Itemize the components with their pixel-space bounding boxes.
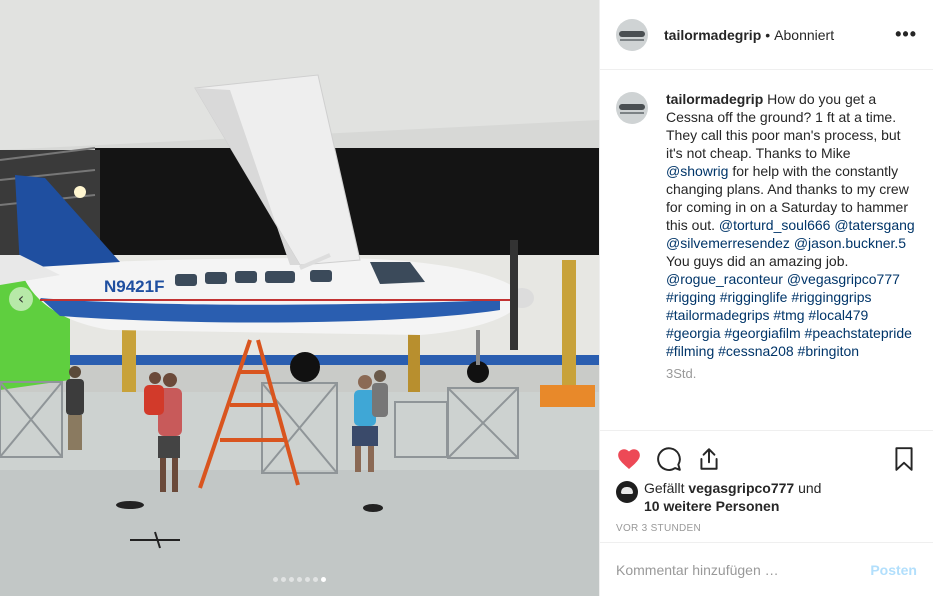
carousel-dot	[289, 577, 294, 582]
registration-text: N9421F	[104, 277, 164, 296]
likes-summary: Gefällt vegasgripco777 und 10 weitere Pe…	[600, 477, 933, 515]
caption-link[interactable]: #local479	[808, 307, 868, 323]
caption-link[interactable]: #georgia	[666, 325, 721, 341]
comment-icon[interactable]	[656, 446, 682, 472]
caption-link[interactable]: @jason.buckner.5	[794, 235, 906, 251]
caption-link[interactable]: @torturd_soul666	[719, 217, 831, 233]
carousel-dot	[305, 577, 310, 582]
post-actions: Gefällt vegasgripco777 und 10 weitere Pe…	[600, 430, 933, 542]
follow-status-button[interactable]: Abonniert	[774, 27, 834, 43]
post-comment-button[interactable]: Posten	[870, 562, 917, 578]
carousel-previous-button[interactable]: ‹	[9, 287, 33, 311]
header-separator: •	[765, 26, 771, 43]
caption-link[interactable]: #filming	[666, 343, 714, 359]
caption-link[interactable]: #bringiton	[798, 343, 860, 359]
liker-avatar[interactable]	[616, 481, 638, 503]
caption-link[interactable]: #rigging	[666, 289, 716, 305]
hangar-scene-image: N9421F	[0, 0, 599, 596]
post-details-panel: tailormadegrip • Abonniert ••• tailormad…	[599, 0, 933, 596]
carousel-dot	[281, 577, 286, 582]
caption-link[interactable]: @silvemerresendez	[666, 235, 790, 251]
add-comment-bar: Posten	[600, 542, 933, 596]
likes-others-link[interactable]: 10 weitere Personen	[644, 498, 779, 514]
caption-link[interactable]: #rigginggrips	[791, 289, 871, 305]
comment-input[interactable]	[616, 561, 871, 578]
caption-link[interactable]: #cessna208	[718, 343, 794, 359]
liker-username[interactable]: vegasgripco777	[688, 480, 794, 496]
carousel-indicator	[0, 577, 599, 582]
caption-link[interactable]: #peachstatepride	[805, 325, 912, 341]
likes-prefix: Gefällt	[644, 480, 685, 496]
author-avatar[interactable]	[616, 18, 648, 51]
caption-text: tailormadegrip How do you get a Cessna o…	[666, 90, 916, 360]
more-horizontal-icon[interactable]: •••	[895, 24, 917, 45]
caption-author-avatar[interactable]	[616, 92, 648, 124]
caption-author-username[interactable]: tailormadegrip	[666, 91, 763, 107]
comments-section: tailormadegrip How do you get a Cessna o…	[616, 90, 921, 428]
caption-link[interactable]: @tatersgang	[834, 217, 914, 233]
author-username[interactable]: tailormadegrip	[664, 27, 761, 43]
heart-icon[interactable]	[616, 446, 642, 472]
caption-link[interactable]: #tmg	[773, 307, 804, 323]
post-timestamp[interactable]: VOR 3 STUNDEN	[600, 515, 933, 534]
caption-link[interactable]: @showrig	[666, 163, 728, 179]
carousel-dot	[273, 577, 278, 582]
likes-and: und	[798, 480, 822, 496]
caption-link[interactable]: #rigginglife	[720, 289, 788, 305]
carousel-dot	[313, 577, 318, 582]
caption-link[interactable]: @rogue_raconteur	[666, 271, 783, 287]
carousel-dot	[297, 577, 302, 582]
share-icon[interactable]	[696, 446, 722, 472]
chevron-left-icon: ‹	[17, 289, 25, 308]
caption-text-segment: You guys did an amazing job.	[666, 253, 849, 269]
caption-link[interactable]: #tailormadegrips	[666, 307, 770, 323]
caption-timestamp: 3Std.	[666, 366, 697, 381]
caption-link[interactable]: @vegasgripco777	[787, 271, 900, 287]
caption-comment: tailormadegrip How do you get a Cessna o…	[616, 90, 921, 360]
post-header: tailormadegrip • Abonniert •••	[600, 0, 933, 70]
caption-link[interactable]: #georgiafilm	[724, 325, 800, 341]
bookmark-icon[interactable]	[891, 446, 917, 472]
post-photo[interactable]: N9421F ‹	[0, 0, 599, 596]
carousel-dot	[321, 577, 326, 582]
